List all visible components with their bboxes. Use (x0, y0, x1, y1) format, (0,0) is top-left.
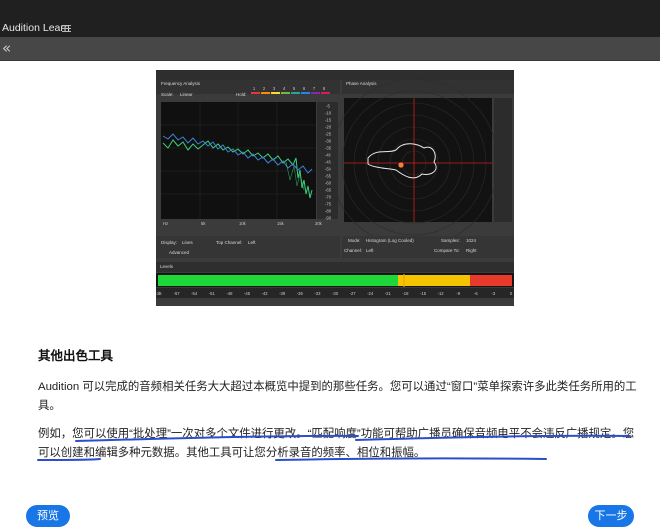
compare-dropdown[interactable]: Right (466, 248, 477, 253)
frequency-tick: 15k (277, 221, 285, 226)
db-tick: -50 (325, 167, 332, 172)
hold-color-1[interactable] (251, 92, 260, 94)
hold-label: Hold: (236, 92, 247, 97)
hold-color-7[interactable] (311, 92, 320, 94)
db-tick: -5 (326, 104, 330, 109)
panel-toolbar (0, 37, 660, 61)
levels-panel-title: Levels (160, 264, 174, 269)
db-tick: -75 (325, 202, 332, 207)
samples-label: Samples: (441, 238, 460, 243)
db-tick: -65 (325, 188, 332, 193)
level-tick: -54 (191, 291, 198, 296)
samples-dropdown[interactable]: 1024 (466, 238, 476, 243)
preview-button[interactable]: 预览 (26, 505, 70, 527)
app-title: Audition Learn (2, 22, 70, 34)
level-tick: -39 (279, 291, 286, 296)
level-tick: -48 (226, 291, 233, 296)
frequency-tick: 20k (315, 221, 323, 226)
hamburger-menu-icon[interactable] (62, 25, 71, 32)
hold-color-8[interactable] (321, 92, 330, 94)
scale-dropdown[interactable]: Linear (180, 92, 193, 97)
channel-dropdown[interactable]: Left (366, 248, 374, 253)
audition-screenshot: 12345678 -5 -10 -15 -20 -25 -30 -35 -40 -45 -50 -5… (156, 70, 514, 306)
frequency-tick: 5k (201, 221, 206, 226)
level-tick: -42 (262, 291, 269, 296)
level-tick: -12 (438, 291, 445, 296)
level-tick: -45 (244, 291, 251, 296)
mode-label: Mode: (348, 238, 361, 243)
hold-color-4[interactable] (281, 92, 290, 94)
section-heading: 其他出色工具 (38, 349, 114, 363)
level-tick: -30 (332, 291, 339, 296)
example-paragraph: 例如，您可以使用“批处理”一次对多个文件进行更改。“匹配响度”功能可帮助广播员确… (38, 428, 635, 459)
db-tick: -35 (325, 146, 332, 151)
meter-yellow-segment (398, 275, 470, 286)
db-tick: -15 (325, 118, 332, 123)
level-tick: -3 (492, 291, 496, 296)
meter-green-segment (158, 275, 398, 286)
frequency-panel-title: Frequency Analysis (161, 81, 201, 86)
hold-color-6[interactable] (301, 92, 310, 94)
level-tick: -6 (474, 291, 478, 296)
level-tick: -15 (420, 291, 427, 296)
level-tick: -57 (174, 291, 181, 296)
level-tick: -33 (314, 291, 321, 296)
db-tick: -25 (325, 132, 332, 137)
db-tick: -70 (325, 195, 332, 200)
scale-label: Scale: (161, 92, 174, 97)
hold-color-3[interactable] (271, 92, 280, 94)
next-button[interactable]: 下一步 (588, 505, 634, 527)
level-tick: -21 (385, 291, 392, 296)
frequency-tick: Hz (163, 221, 168, 226)
channel-label: Channel: (344, 248, 363, 253)
db-tick: -30 (325, 139, 332, 144)
level-tick: -24 (367, 291, 374, 296)
screenshot-drawing: 12345678 -5-10-15-20-25-30-35-40-45-50-5… (156, 70, 514, 298)
mode-dropdown[interactable]: Histogram (Log Cooled) (366, 238, 414, 243)
hold-color-2[interactable] (261, 92, 270, 94)
level-tick: -18 (402, 291, 409, 296)
app-title-bar (0, 0, 660, 37)
hold-color-5[interactable] (291, 92, 300, 94)
frequency-tick: 10k (239, 221, 247, 226)
level-tick: -27 (350, 291, 357, 296)
frequency-graph (161, 102, 316, 219)
display-dropdown[interactable]: Lines (182, 240, 193, 245)
display-label: Display: (161, 240, 178, 245)
db-tick: -90 (325, 216, 332, 221)
db-tick: -10 (325, 111, 332, 116)
db-tick: -45 (325, 160, 332, 165)
top-channel-dropdown[interactable]: Left (248, 240, 256, 245)
intro-paragraph: Audition 可以完成的音频相关任务大大超过本概览中提到的那些任务。您可以通… (38, 381, 637, 412)
advanced-toggle[interactable]: Advanced (169, 250, 189, 255)
db-tick: -20 (325, 125, 332, 130)
meter-red-segment (470, 275, 512, 286)
db-tick: -80 (325, 209, 332, 214)
phase-panel-title: Phase Analysis (346, 81, 377, 86)
compare-label: Compare To: (434, 248, 460, 253)
collapse-panel-icon[interactable]: « (2, 40, 11, 56)
level-tick: -9 (456, 291, 460, 296)
level-tick: dB (156, 291, 161, 296)
level-tick: -36 (297, 291, 304, 296)
db-tick: -60 (325, 181, 332, 186)
top-channel-label: Top Channel: (216, 240, 243, 245)
level-tick: -51 (209, 291, 216, 296)
